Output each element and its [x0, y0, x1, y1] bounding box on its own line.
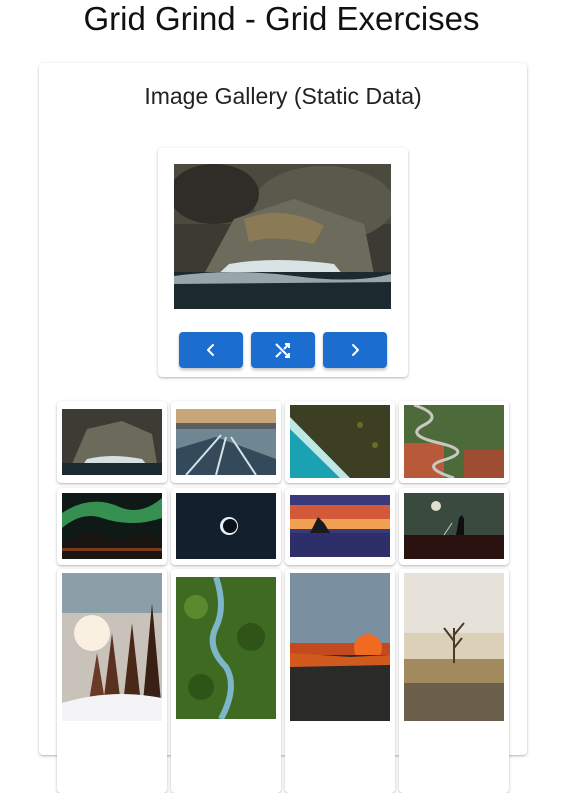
thumbnail-moon-figure[interactable] — [399, 488, 509, 565]
thumbnail-lone-tree[interactable] — [399, 569, 509, 793]
moon-figure-photo — [404, 493, 504, 559]
thumbnail-river-forest[interactable] — [171, 569, 281, 793]
shuffle-icon — [275, 343, 290, 358]
river-forest-photo — [176, 577, 276, 719]
aurora-photo — [62, 493, 162, 559]
thumbnail-snowy-forest[interactable] — [57, 569, 167, 793]
gallery-card: Image Gallery (Static Data) — [39, 63, 527, 793]
thumbnail-aerial-coast[interactable] — [285, 401, 395, 483]
winding-road-photo — [404, 405, 504, 478]
sunset-photo — [290, 495, 390, 557]
chevron-left-icon — [207, 344, 214, 356]
thumbnail-aurora[interactable] — [57, 488, 167, 565]
image-viewer — [158, 148, 408, 377]
gallery-title: Image Gallery (Static Data) — [144, 83, 422, 109]
page-title: Grid Grind - Grid Exercises — [83, 0, 480, 37]
lone-tree-photo — [404, 573, 504, 721]
thumbnail-frozen-lake[interactable] — [171, 401, 281, 483]
frozen-lake-photo — [176, 409, 276, 475]
shuffle-button[interactable] — [251, 332, 315, 368]
aerial-coast-photo — [290, 405, 390, 478]
previous-button[interactable] — [179, 332, 243, 368]
chevron-right-icon — [352, 344, 359, 356]
thumbnail-sunset[interactable] — [285, 488, 395, 565]
thumbnail-eclipse[interactable] — [171, 488, 281, 565]
next-button[interactable] — [323, 332, 387, 368]
sea-lions-photo — [62, 409, 162, 475]
eclipse-photo — [176, 493, 276, 559]
thumbnail-rain-glass[interactable] — [285, 569, 395, 793]
snowy-forest-photo — [62, 573, 162, 721]
thumbnail-winding-road[interactable] — [399, 401, 509, 483]
viewer-controls — [179, 332, 387, 368]
rain-glass-photo — [290, 573, 390, 721]
thumbnail-sea-lions[interactable] — [57, 401, 167, 483]
main-image — [174, 164, 391, 309]
